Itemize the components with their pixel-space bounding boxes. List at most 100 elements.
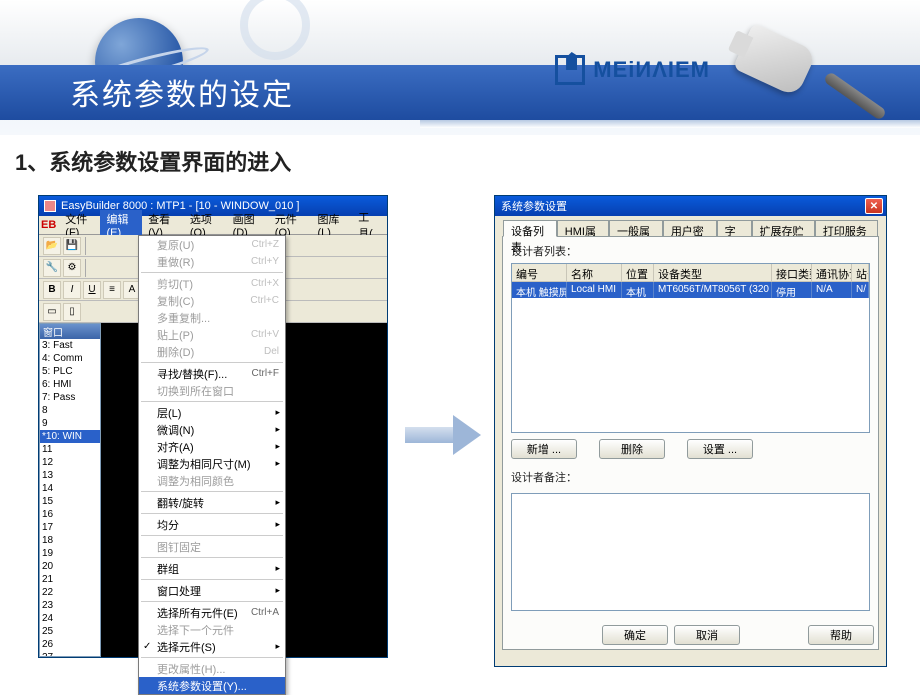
align-icon[interactable]: ▭ [43, 303, 61, 321]
gear-icon[interactable]: ⚙ [63, 259, 81, 277]
menu-eb: EB [41, 219, 56, 231]
tree-item[interactable]: 19 [40, 547, 100, 560]
tree-item[interactable]: 11 [40, 443, 100, 456]
tree-item[interactable]: 22 [40, 586, 100, 599]
menu-item[interactable]: 群组 [139, 560, 285, 577]
tree-item[interactable]: 15 [40, 495, 100, 508]
toolbar-separator [85, 259, 88, 277]
align-left-icon[interactable]: ≡ [103, 281, 121, 299]
menu-item: 贴上(P)Ctrl+V [139, 326, 285, 343]
tab-body: 设计者列表： 编号名称位置设备类型接口类型通讯协议站号 本机 触摸屏Local … [502, 236, 879, 650]
tree-item[interactable]: 23 [40, 599, 100, 612]
tree-item[interactable]: 7: Pass [40, 391, 100, 404]
menu-item: 更改属性(H)... [139, 660, 285, 677]
menu-item[interactable]: 选择所有元件(E)Ctrl+A [139, 604, 285, 621]
menu-item[interactable]: 窗口处理 [139, 582, 285, 599]
tree-item[interactable]: 25 [40, 625, 100, 638]
slide-banner: 系统参数的设定 MEiИΛIEM [0, 0, 920, 135]
col-header[interactable]: 站号 [852, 264, 869, 281]
tree-item[interactable]: 14 [40, 482, 100, 495]
tree-item[interactable]: 27 [40, 651, 100, 657]
tree-item[interactable]: 17 [40, 521, 100, 534]
slide-title: 系统参数的设定 [70, 70, 294, 114]
menu-item: 选择下一个元件 [139, 621, 285, 638]
menu-separator [141, 272, 283, 273]
tree-item[interactable]: *10: WIN [40, 430, 100, 443]
menu-separator [141, 513, 283, 514]
menu-item[interactable]: 选择元件(S) [139, 638, 285, 655]
tree-item[interactable]: 16 [40, 508, 100, 521]
menu-item: 删除(D)Del [139, 343, 285, 360]
menu-item[interactable]: 对齐(A) [139, 438, 285, 455]
easybuilder-window: EasyBuilder 8000 : MTP1 - [10 - WINDOW_0… [38, 195, 388, 658]
save-icon[interactable]: 💾 [63, 237, 81, 255]
menu-item[interactable]: 寻找/替换(F)...Ctrl+F [139, 365, 285, 382]
cancel-button[interactable]: 取消 [674, 625, 740, 645]
shortcut-label: Ctrl+X [251, 278, 279, 289]
tree-item[interactable]: 13 [40, 469, 100, 482]
distribute-icon[interactable]: ▯ [63, 303, 81, 321]
tree-item[interactable]: 4: Comm [40, 352, 100, 365]
grid-header: 编号名称位置设备类型接口类型通讯协议站号 [512, 264, 869, 282]
settings-button[interactable]: 设置 ... [687, 439, 753, 459]
dialog-footer: 确定 取消 帮助 [602, 625, 874, 645]
add-button[interactable]: 新增 ... [511, 439, 577, 459]
tree-item[interactable]: 20 [40, 560, 100, 573]
table-row[interactable]: 本机 触摸屏Local HMI本机MT6056T/MT8056T (320 x … [512, 282, 869, 298]
shortcut-label: Ctrl+C [250, 295, 279, 306]
bold-icon[interactable]: B [43, 281, 61, 299]
tab-6[interactable]: 打印服务器 [815, 220, 878, 236]
menubar: EB 文件(F) 编辑(E) 查看(V) 选项(O) 画图(D) 元件(O) 图… [39, 216, 387, 235]
menu-item: 切换到所在窗口 [139, 382, 285, 399]
tab-2[interactable]: 一般属性 [609, 220, 663, 236]
tree-item[interactable]: 6: HMI [40, 378, 100, 391]
tab-5[interactable]: 扩展存贮器 [752, 220, 815, 236]
col-header[interactable]: 位置 [622, 264, 654, 281]
tree-item[interactable]: 3: Fast [40, 339, 100, 352]
menu-item[interactable]: 调整为相同尺寸(M) [139, 455, 285, 472]
ok-button[interactable]: 确定 [602, 625, 668, 645]
menu-item[interactable]: 翻转/旋转 [139, 494, 285, 511]
menu-item[interactable]: 系统参数设置(Y)... [139, 677, 285, 694]
window-tree[interactable]: 窗口 3: Fast4: Comm5: PLC6: HMI7: Pass89*1… [39, 323, 101, 657]
menu-item[interactable]: 层(L) [139, 404, 285, 421]
open-icon[interactable]: 📂 [43, 237, 61, 255]
tree-item[interactable]: 12 [40, 456, 100, 469]
compass-graphic [240, 0, 310, 60]
tree-item[interactable]: 21 [40, 573, 100, 586]
tab-0[interactable]: 设备列表 [503, 220, 557, 237]
brand-logo: MEiИΛIEM [555, 55, 710, 85]
tree-item[interactable]: 9 [40, 417, 100, 430]
dialog-titlebar[interactable]: 系统参数设置 ✕ [495, 196, 886, 216]
tab-4[interactable]: 字体 [717, 220, 752, 236]
shortcut-label: Ctrl+F [252, 368, 280, 379]
menu-item[interactable]: 均分 [139, 516, 285, 533]
close-icon[interactable]: ✕ [865, 198, 883, 214]
delete-button[interactable]: 删除 [599, 439, 665, 459]
col-header[interactable]: 接口类型 [772, 264, 812, 281]
col-header[interactable]: 名称 [567, 264, 622, 281]
underline-icon[interactable]: U [83, 281, 101, 299]
tree-item[interactable]: 8 [40, 404, 100, 417]
tab-1[interactable]: HMI属性 [557, 220, 609, 236]
menu-item[interactable]: 微调(N) [139, 421, 285, 438]
italic-icon[interactable]: I [63, 281, 81, 299]
col-header[interactable]: 设备类型 [654, 264, 772, 281]
tree-item[interactable]: 5: PLC [40, 365, 100, 378]
cell: Local HMI [567, 282, 622, 298]
wrench-icon[interactable]: 🔧 [43, 259, 61, 277]
menu-item: 重做(R)Ctrl+Y [139, 253, 285, 270]
horizontal-scrollbar[interactable]: ◂ ▸ [512, 432, 869, 433]
device-grid[interactable]: 编号名称位置设备类型接口类型通讯协议站号 本机 触摸屏Local HMI本机MT… [511, 263, 870, 433]
col-header[interactable]: 编号 [512, 264, 567, 281]
col-header[interactable]: 通讯协议 [812, 264, 852, 281]
memo-textarea[interactable] [511, 493, 870, 611]
cell: 本机 触摸屏 [512, 282, 567, 298]
help-button[interactable]: 帮助 [808, 625, 874, 645]
tree-item[interactable]: 24 [40, 612, 100, 625]
tab-3[interactable]: 用户密码 [663, 220, 717, 236]
menu-item: 多重复制... [139, 309, 285, 326]
tree-item[interactable]: 18 [40, 534, 100, 547]
logo-mark-icon [555, 55, 585, 85]
tree-item[interactable]: 26 [40, 638, 100, 651]
